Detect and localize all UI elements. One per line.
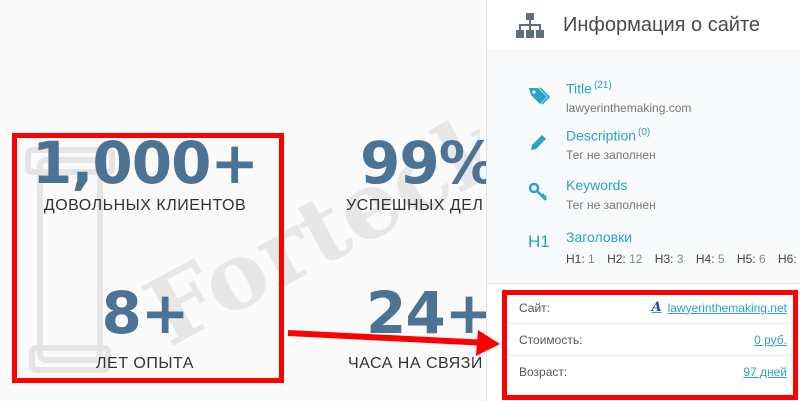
seo-description-label: Description (0) [566,127,651,144]
h2-count: 12 [629,252,643,266]
seo-headings-label: Заголовки [566,229,633,245]
sitemap-icon [516,12,544,38]
h3-tag: H3: [654,252,674,266]
seo-keywords-value: Тег не заполнен [566,198,656,212]
stat-cases-number: 99% [360,129,486,197]
pencil-icon [531,135,546,150]
key-icon [528,182,547,201]
headings-counts: H1: 1 H2: 12 H3: 3 H4: 5 H5: 6 H6: 0 [566,252,800,266]
stat-cases-label: УСПЕШНЫХ ДЕЛ [346,197,484,214]
stat-hours-label: ЧАСА НА СВЯЗИ [348,355,483,372]
seo-description-count: (0) [638,127,651,138]
highlight-box-stats [12,133,284,383]
tag-icon [529,87,551,105]
h1-tag: H1: [566,252,585,266]
highlight-box-site-info [502,290,798,400]
h6-tag: H6: [777,252,797,266]
h4-count: 5 [717,252,725,266]
panel-title: Информация о сайте [563,14,761,36]
stat-hours: 24+ ЧАСА НА СВЯЗИ [330,283,486,373]
seo-tags-section: Title (21) lawyerinthemaking.com Descript… [487,52,800,284]
h1-icon: H1 [528,232,550,251]
seo-description-value: Тег не заполнен [566,148,656,162]
seo-title-value: lawyerinthemaking.com [566,101,692,115]
stat-cases: 99% УСПЕШНЫХ ДЕЛ [330,133,486,215]
h5-count: 6 [758,252,766,266]
stat-hours-number: 24+ [366,279,486,347]
h3-count: 3 [676,252,684,266]
seo-title-count: (21) [593,80,612,91]
h2-tag: H2: [607,252,626,266]
seo-keywords-label: Keywords [566,177,628,193]
panel-header: Информация о сайте [487,0,800,52]
h5-tag: H5: [736,252,756,266]
h4-tag: H4: [695,252,715,266]
seo-title-label: Title (21) [566,80,612,97]
h1-count: 1 [588,252,595,266]
